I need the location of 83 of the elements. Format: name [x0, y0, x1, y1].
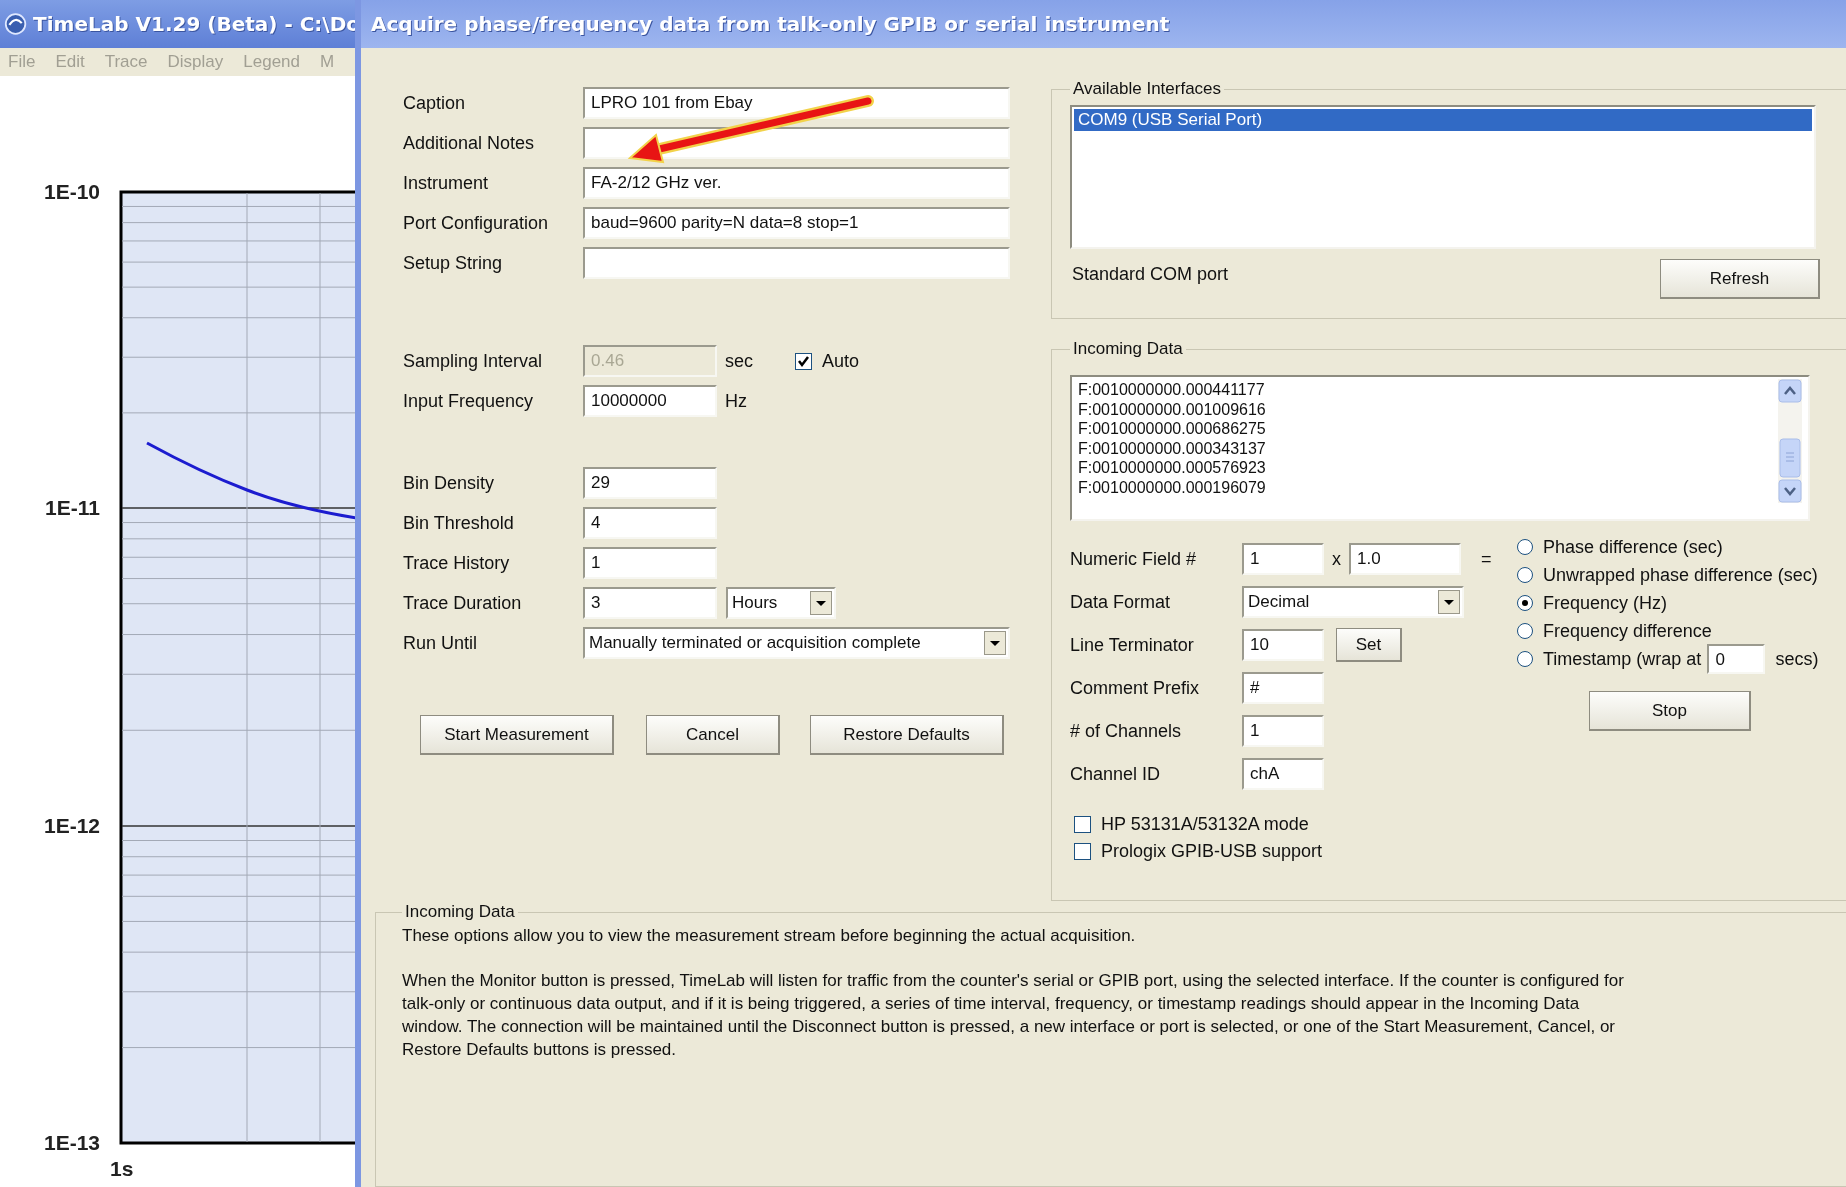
unit-dropdown[interactable]: Hours	[726, 587, 836, 619]
help-paragraph: When the Monitor button is pressed, TimeLab will listen for traffic from the counter's serial or GPIB port, using the selected interface. If the counter is configured for talk-only or continuous data output, and if it is being triggered, a series of time interval, frequency, or timestamp readings should appear in the Incoming Data window. The connection will be maintained until the Disconnect button is pressed, a new interface or port is selected, or one of the Start Measurement, Cancel, or Restore Defaults buttons is pressed.	[402, 970, 1625, 1061]
radio-option[interactable]: Frequency (Hz)	[1517, 592, 1668, 614]
field-label: # of Channels	[1070, 720, 1183, 742]
radio-button[interactable]	[1517, 651, 1533, 667]
axis-label: 1E-10	[43, 180, 100, 203]
field-label: Run Until	[403, 632, 479, 654]
stop-button[interactable]: Stop	[1589, 691, 1751, 731]
axis-label: 1E-11	[45, 496, 100, 519]
field-label: Input Frequency	[403, 390, 535, 412]
text-field[interactable]: #	[1242, 672, 1324, 704]
unit-label: Hz	[725, 390, 747, 412]
data-line: F:0010000000.000576923	[1078, 458, 1266, 478]
text-field[interactable]: 1	[583, 547, 717, 579]
text-field[interactable]	[583, 247, 1010, 279]
radio-button[interactable]	[1517, 595, 1533, 611]
field-label: Comment Prefix	[1070, 677, 1201, 699]
radio-option[interactable]: Phase difference (sec)	[1517, 536, 1723, 558]
field-label: Sampling Interval	[403, 350, 544, 372]
text-field[interactable]: LPRO 101 from Ebay	[583, 87, 1010, 119]
text-field[interactable]: chA	[1242, 758, 1324, 790]
text-field[interactable]: 29	[583, 467, 717, 499]
data-line: F:0010000000.000343137	[1078, 438, 1266, 458]
axis-label: 1E-12	[43, 814, 100, 837]
equals-sign: =	[1481, 548, 1492, 570]
list-item[interactable]: COM9 (USB Serial Port)	[1074, 109, 1812, 131]
radio-button[interactable]	[1517, 567, 1533, 583]
text-field[interactable]: baud=9600 parity=N data=8 stop=1	[583, 207, 1010, 239]
refresh-button[interactable]: Refresh	[1660, 259, 1820, 299]
data-line: F:0010000000.000196079	[1078, 477, 1266, 497]
text-field[interactable]: 0	[1707, 644, 1766, 674]
set-button[interactable]: Set	[1336, 628, 1402, 662]
format-dropdown[interactable]: Decimal	[1242, 586, 1464, 618]
field-label: Setup String	[403, 252, 504, 274]
app-icon	[4, 11, 28, 37]
unit-label: secs)	[1775, 648, 1819, 670]
field-label: Data Format	[1070, 591, 1172, 613]
scrollbar[interactable]	[1778, 379, 1802, 503]
text-field[interactable]: FA-2/12 GHz ver.	[583, 167, 1010, 199]
text-field[interactable]: 3	[583, 587, 717, 619]
dialog-title: Acquire phase/frequency data from talk-only GPIB or serial instrument	[371, 12, 1170, 36]
group-title: Available Interfaces	[1072, 79, 1223, 99]
group-title: Incoming Data	[404, 902, 516, 922]
help-paragraph: These options allow you to view the measurement stream before beginning the actual acquisition.	[402, 925, 1137, 947]
field-label: Instrument	[403, 172, 490, 194]
option-checkbox[interactable]: HP 53131A/53132A mode	[1074, 811, 1846, 838]
text-field[interactable]: 1.0	[1349, 543, 1461, 575]
option-checkbox[interactable]: Prologix GPIB-USB support	[1074, 838, 1846, 865]
dialog-button[interactable]: Start Measurement	[420, 715, 614, 755]
times-sign: x	[1332, 548, 1341, 570]
field-label: Bin Density	[403, 472, 496, 494]
field-label: Bin Threshold	[403, 512, 515, 534]
field-label: Channel ID	[1070, 763, 1162, 785]
axis-label: 1s	[110, 1157, 134, 1180]
axis-label: 1E-13	[43, 1131, 100, 1154]
group-title: Incoming Data	[1072, 339, 1184, 359]
dialog-button[interactable]: Cancel	[646, 715, 780, 755]
port-type-label: Standard COM port	[1072, 263, 1229, 285]
field-label: Additional Notes	[403, 132, 536, 154]
radio-button[interactable]	[1517, 623, 1533, 639]
run-until-dropdown[interactable]: Manually terminated or acquisition complete	[583, 627, 1010, 659]
field-label: Line Terminator	[1070, 634, 1195, 656]
field-label: Port Configuration	[403, 212, 550, 234]
checkbox-box[interactable]	[1074, 843, 1091, 860]
dialog-button[interactable]: Restore Defaults	[810, 715, 1004, 755]
text-field[interactable]: 4	[583, 507, 717, 539]
checkbox-box[interactable]	[1074, 816, 1091, 833]
field-label: Trace History	[403, 552, 511, 574]
field-label: Trace Duration	[403, 592, 523, 614]
field-label: Caption	[403, 92, 467, 114]
radio-option[interactable]: Timestamp (wrap at	[1517, 648, 1702, 670]
text-field[interactable]: 10000000	[583, 385, 717, 417]
data-line: F:0010000000.001009616	[1078, 399, 1266, 419]
text-field[interactable]: 1	[1242, 715, 1324, 747]
text-field[interactable]: 1	[1242, 543, 1324, 575]
unit-label: sec	[725, 350, 753, 372]
text-field[interactable]: 10	[1242, 629, 1324, 661]
data-line: F:0010000000.000441177	[1078, 380, 1266, 400]
field-label: Numeric Field #	[1070, 548, 1198, 570]
data-line: F:0010000000.000686275	[1078, 419, 1266, 439]
radio-option[interactable]: Unwrapped phase difference (sec)	[1517, 564, 1818, 586]
radio-button[interactable]	[1517, 539, 1533, 555]
radio-option[interactable]: Frequency difference	[1517, 620, 1712, 642]
